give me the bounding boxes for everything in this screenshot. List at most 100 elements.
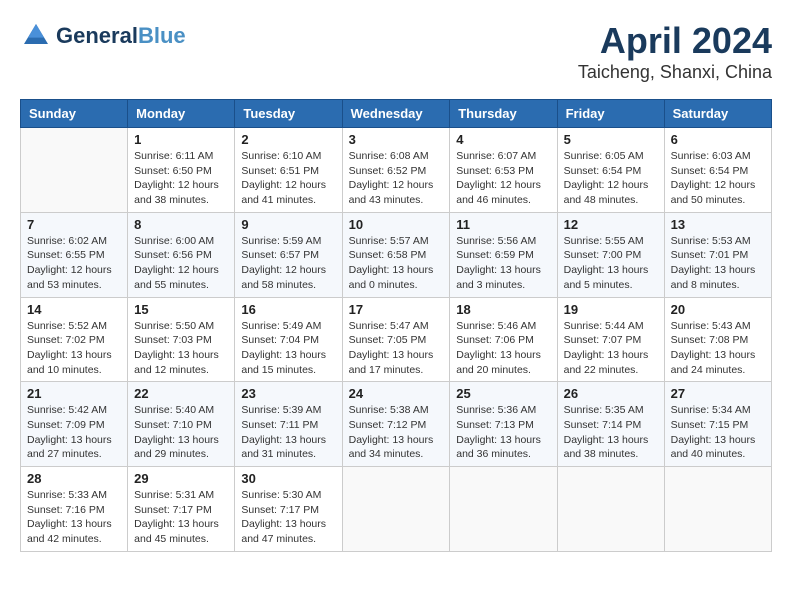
day-info: Sunrise: 6:03 AMSunset: 6:54 PMDaylight:… [671, 149, 765, 208]
calendar-cell: 26Sunrise: 5:35 AMSunset: 7:14 PMDayligh… [557, 382, 664, 467]
logo: GeneralBlue [20, 20, 186, 52]
calendar-cell: 9Sunrise: 5:59 AMSunset: 6:57 PMDaylight… [235, 212, 342, 297]
calendar-cell: 17 Sunrise: 5:47 AMSunset: 7:05 PMDayligh… [342, 297, 450, 382]
calendar-cell: 6 Sunrise: 6:03 AMSunset: 6:54 PMDaylight… [664, 128, 771, 213]
day-number: 14 [27, 302, 121, 317]
day-info: Sunrise: 5:43 AMSunset: 7:08 PMDaylight:… [671, 319, 765, 378]
calendar-cell [450, 467, 557, 552]
calendar-cell: 8 Sunrise: 6:00 AMSunset: 6:56 PMDaylight… [128, 212, 235, 297]
calendar-week-row: 14 Sunrise: 5:52 AMSunset: 7:02 PMDayligh… [21, 297, 772, 382]
calendar-cell: 30 Sunrise: 5:30 AMSunset: 7:17 PMDayligh… [235, 467, 342, 552]
day-number: 23 [241, 386, 335, 401]
calendar-header-row: SundayMondayTuesdayWednesdayThursdayFrid… [21, 100, 772, 128]
day-number: 16 [241, 302, 335, 317]
calendar-cell: 4Sunrise: 6:07 AMSunset: 6:53 PMDaylight… [450, 128, 557, 213]
day-info: Sunrise: 5:31 AMSunset: 7:17 PMDaylight:… [134, 488, 228, 547]
day-info: Sunrise: 5:34 AMSunset: 7:15 PMDaylight:… [671, 403, 765, 462]
calendar-week-row: 1 Sunrise: 6:11 AMSunset: 6:50 PMDaylight… [21, 128, 772, 213]
calendar-cell: 14 Sunrise: 5:52 AMSunset: 7:02 PMDayligh… [21, 297, 128, 382]
weekday-header: Thursday [450, 100, 557, 128]
calendar-cell [21, 128, 128, 213]
day-number: 18 [456, 302, 550, 317]
day-number: 3 [349, 132, 444, 147]
day-number: 6 [671, 132, 765, 147]
calendar-table: SundayMondayTuesdayWednesdayThursdayFrid… [20, 99, 772, 552]
calendar-cell: 22 Sunrise: 5:40 AMSunset: 7:10 PMDayligh… [128, 382, 235, 467]
page-header: GeneralBlue April 2024 Taicheng, Shanxi,… [20, 20, 772, 83]
location-title: Taicheng, Shanxi, China [578, 62, 772, 83]
calendar-cell: 21Sunrise: 5:42 AMSunset: 7:09 PMDayligh… [21, 382, 128, 467]
day-number: 28 [27, 471, 121, 486]
day-number: 27 [671, 386, 765, 401]
day-info: Sunrise: 5:52 AMSunset: 7:02 PMDaylight:… [27, 319, 121, 378]
day-info: Sunrise: 5:33 AMSunset: 7:16 PMDaylight:… [27, 488, 121, 547]
day-number: 8 [134, 217, 228, 232]
day-info: Sunrise: 5:57 AMSunset: 6:58 PMDaylight:… [349, 234, 444, 293]
day-number: 17 [349, 302, 444, 317]
calendar-week-row: 7Sunrise: 6:02 AMSunset: 6:55 PMDaylight… [21, 212, 772, 297]
calendar-cell: 1 Sunrise: 6:11 AMSunset: 6:50 PMDaylight… [128, 128, 235, 213]
calendar-week-row: 28 Sunrise: 5:33 AMSunset: 7:16 PMDayligh… [21, 467, 772, 552]
day-number: 21 [27, 386, 121, 401]
logo-text: GeneralBlue [56, 24, 186, 48]
calendar-cell [557, 467, 664, 552]
calendar-cell: 28 Sunrise: 5:33 AMSunset: 7:16 PMDayligh… [21, 467, 128, 552]
day-number: 5 [564, 132, 658, 147]
calendar-cell: 12Sunrise: 5:55 AMSunset: 7:00 PMDayligh… [557, 212, 664, 297]
calendar-cell: 5 Sunrise: 6:05 AMSunset: 6:54 PMDaylight… [557, 128, 664, 213]
day-number: 10 [349, 217, 444, 232]
calendar-cell: 25Sunrise: 5:36 AMSunset: 7:13 PMDayligh… [450, 382, 557, 467]
day-number: 15 [134, 302, 228, 317]
day-info: Sunrise: 5:56 AMSunset: 6:59 PMDaylight:… [456, 234, 550, 293]
day-number: 25 [456, 386, 550, 401]
weekday-header: Tuesday [235, 100, 342, 128]
calendar-cell: 24 Sunrise: 5:38 AMSunset: 7:12 PMDayligh… [342, 382, 450, 467]
day-number: 30 [241, 471, 335, 486]
day-info: Sunrise: 5:40 AMSunset: 7:10 PMDaylight:… [134, 403, 228, 462]
day-info: Sunrise: 6:05 AMSunset: 6:54 PMDaylight:… [564, 149, 658, 208]
day-info: Sunrise: 5:53 AMSunset: 7:01 PMDaylight:… [671, 234, 765, 293]
month-title: April 2024 [578, 20, 772, 62]
day-number: 9 [241, 217, 335, 232]
day-info: Sunrise: 5:38 AMSunset: 7:12 PMDaylight:… [349, 403, 444, 462]
calendar-cell: 7Sunrise: 6:02 AMSunset: 6:55 PMDaylight… [21, 212, 128, 297]
day-number: 24 [349, 386, 444, 401]
calendar-cell: 29 Sunrise: 5:31 AMSunset: 7:17 PMDayligh… [128, 467, 235, 552]
calendar-cell: 20 Sunrise: 5:43 AMSunset: 7:08 PMDayligh… [664, 297, 771, 382]
calendar-week-row: 21Sunrise: 5:42 AMSunset: 7:09 PMDayligh… [21, 382, 772, 467]
weekday-header: Saturday [664, 100, 771, 128]
day-number: 1 [134, 132, 228, 147]
weekday-header: Monday [128, 100, 235, 128]
day-number: 20 [671, 302, 765, 317]
day-info: Sunrise: 5:39 AMSunset: 7:11 PMDaylight:… [241, 403, 335, 462]
day-number: 12 [564, 217, 658, 232]
calendar-cell: 3 Sunrise: 6:08 AMSunset: 6:52 PMDaylight… [342, 128, 450, 213]
day-number: 19 [564, 302, 658, 317]
calendar-cell [342, 467, 450, 552]
day-info: Sunrise: 5:35 AMSunset: 7:14 PMDaylight:… [564, 403, 658, 462]
day-info: Sunrise: 5:30 AMSunset: 7:17 PMDaylight:… [241, 488, 335, 547]
day-info: Sunrise: 5:50 AMSunset: 7:03 PMDaylight:… [134, 319, 228, 378]
weekday-header: Wednesday [342, 100, 450, 128]
calendar-cell: 11 Sunrise: 5:56 AMSunset: 6:59 PMDayligh… [450, 212, 557, 297]
day-number: 29 [134, 471, 228, 486]
day-info: Sunrise: 6:07 AMSunset: 6:53 PMDaylight:… [456, 149, 550, 208]
day-info: Sunrise: 5:49 AMSunset: 7:04 PMDaylight:… [241, 319, 335, 378]
day-number: 2 [241, 132, 335, 147]
logo-icon [20, 20, 52, 52]
day-number: 7 [27, 217, 121, 232]
day-number: 13 [671, 217, 765, 232]
day-info: Sunrise: 5:47 AMSunset: 7:05 PMDaylight:… [349, 319, 444, 378]
calendar-cell: 15 Sunrise: 5:50 AMSunset: 7:03 PMDayligh… [128, 297, 235, 382]
day-info: Sunrise: 6:08 AMSunset: 6:52 PMDaylight:… [349, 149, 444, 208]
calendar-cell: 19 Sunrise: 5:44 AMSunset: 7:07 PMDayligh… [557, 297, 664, 382]
day-info: Sunrise: 6:11 AMSunset: 6:50 PMDaylight:… [134, 149, 228, 208]
calendar-cell: 27 Sunrise: 5:34 AMSunset: 7:15 PMDayligh… [664, 382, 771, 467]
calendar-cell: 13 Sunrise: 5:53 AMSunset: 7:01 PMDayligh… [664, 212, 771, 297]
day-info: Sunrise: 6:10 AMSunset: 6:51 PMDaylight:… [241, 149, 335, 208]
day-number: 22 [134, 386, 228, 401]
day-info: Sunrise: 5:46 AMSunset: 7:06 PMDaylight:… [456, 319, 550, 378]
day-info: Sunrise: 5:44 AMSunset: 7:07 PMDaylight:… [564, 319, 658, 378]
day-number: 11 [456, 217, 550, 232]
day-info: Sunrise: 6:00 AMSunset: 6:56 PMDaylight:… [134, 234, 228, 293]
